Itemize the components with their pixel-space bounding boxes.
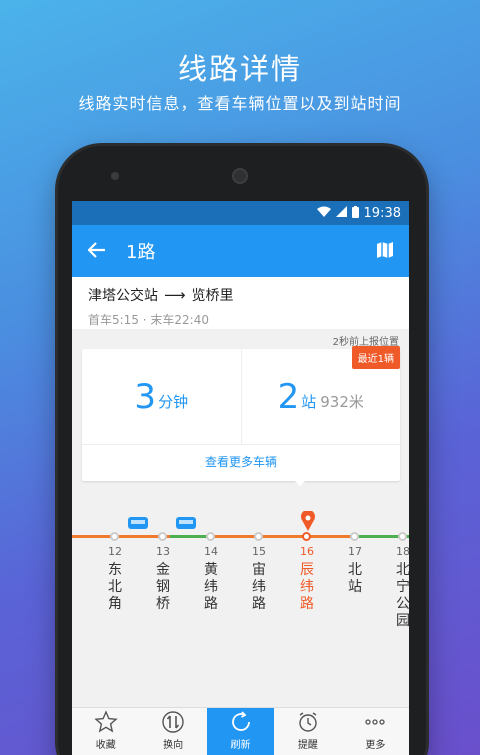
stop-number: 15 (252, 545, 266, 558)
more-vehicles-link[interactable]: 查看更多车辆 (82, 445, 400, 479)
stop-item[interactable]: 12 东北角 (100, 545, 130, 613)
route-service-hours: 首车5:15 · 末车22:40 (88, 313, 209, 327)
stop-name: 黄纬路 (204, 562, 218, 612)
stop-dot (302, 532, 311, 541)
stop-dot (254, 532, 263, 541)
route-from: 津塔公交站 (88, 288, 158, 304)
minutes-cell: 3 分钟 (82, 349, 241, 444)
route-to: 览桥里 (191, 288, 234, 304)
tab-favorite[interactable]: 收藏 (72, 708, 139, 755)
tab-label: 刷新 (230, 740, 251, 751)
stops-value: 2 (277, 376, 300, 417)
tab-remind[interactable]: 提醒 (274, 708, 341, 755)
line-segment (170, 535, 210, 538)
stop-item[interactable]: 15 宙纬路 (244, 545, 274, 613)
arrival-stats: 3 分钟 2 站 932米 最近1辆 (82, 346, 400, 445)
page-title: 1路 (126, 242, 156, 263)
stop-number: 14 (204, 545, 218, 558)
card-pointer (294, 480, 306, 486)
stop-name: 金钢桥 (156, 562, 170, 612)
wifi-icon (316, 206, 331, 220)
promo-title: 线路详情 (177, 52, 302, 86)
line-segment (72, 535, 170, 538)
stop-dot (206, 532, 215, 541)
refresh-icon (229, 710, 253, 734)
earpiece-speaker (232, 168, 248, 184)
alarm-clock-icon (296, 710, 320, 734)
stop-dot (158, 532, 167, 541)
stop-item[interactable]: 13 金钢桥 (148, 545, 178, 613)
signal-icon (335, 206, 347, 220)
more-dots-icon (363, 710, 387, 734)
route-line: 12 东北角 13 金钢桥 14 黄纬路 15 宙纬路 16 辰纬路 17 北站… (72, 501, 409, 701)
direction-arrow-icon: ⟶ (164, 286, 186, 304)
bus-icon[interactable] (176, 517, 196, 529)
route-direction: 津塔公交站 ⟶ 览桥里 (88, 285, 393, 305)
stops-unit: 站 (301, 393, 317, 411)
stop-name: 东北角 (108, 562, 122, 612)
line-segment (210, 535, 350, 538)
minutes-unit: 分钟 (158, 393, 189, 411)
promo-subtitle: 线路实时信息，查看车辆位置以及到站时间 (78, 94, 402, 113)
stop-item-current[interactable]: 16 辰纬路 (292, 545, 322, 613)
back-arrow-icon[interactable] (72, 239, 122, 263)
stop-number: 13 (156, 545, 170, 558)
stop-name: 北宁公园 (396, 562, 409, 629)
nearest-bus-badge: 最近1辆 (351, 346, 400, 369)
tab-label: 更多 (365, 740, 386, 751)
bus-icon[interactable] (128, 517, 148, 529)
stop-item[interactable]: 18 北宁公园 (388, 545, 409, 630)
star-icon (94, 710, 118, 734)
arrival-card: 3 分钟 2 站 932米 最近1辆 查看更多车辆 (82, 346, 400, 481)
tab-swap[interactable]: 换向 (139, 708, 206, 755)
bottom-tabbar: 收藏 换向 刷新 提醒 更多 (72, 707, 409, 755)
stop-number: 16 (300, 545, 314, 558)
phone-screen: 19:38 1路 津塔公交站 ⟶ 览桥里 首车5:15 · 末车22:40 2秒… (72, 201, 409, 755)
tab-label: 收藏 (95, 740, 116, 751)
app-bar: 1路 (72, 225, 409, 277)
route-info: 津塔公交站 ⟶ 览桥里 首车5:15 · 末车22:40 (72, 277, 409, 329)
current-location-pin-icon (301, 509, 315, 531)
status-time: 19:38 (363, 205, 401, 221)
front-camera (111, 172, 119, 180)
tab-refresh[interactable]: 刷新 (206, 708, 275, 755)
battery-icon (351, 205, 359, 221)
tab-label: 提醒 (297, 740, 318, 751)
stop-name: 北站 (348, 562, 362, 595)
stop-number: 12 (108, 545, 122, 558)
stop-dot (398, 532, 407, 541)
tab-more[interactable]: 更多 (342, 708, 409, 755)
stop-item[interactable]: 17 北站 (340, 545, 370, 596)
tab-label: 换向 (163, 740, 184, 751)
stop-dot (110, 532, 119, 541)
map-icon[interactable] (375, 240, 395, 260)
minutes-value: 3 (134, 376, 157, 417)
status-bar: 19:38 (72, 201, 409, 225)
stop-name: 宙纬路 (252, 562, 266, 612)
stop-dot (350, 532, 359, 541)
stop-number: 17 (348, 545, 362, 558)
stop-item[interactable]: 14 黄纬路 (196, 545, 226, 613)
swap-icon (161, 710, 185, 734)
stop-number: 18 (396, 545, 409, 558)
stop-name: 辰纬路 (300, 562, 314, 612)
distance-value: 932米 (320, 393, 364, 411)
